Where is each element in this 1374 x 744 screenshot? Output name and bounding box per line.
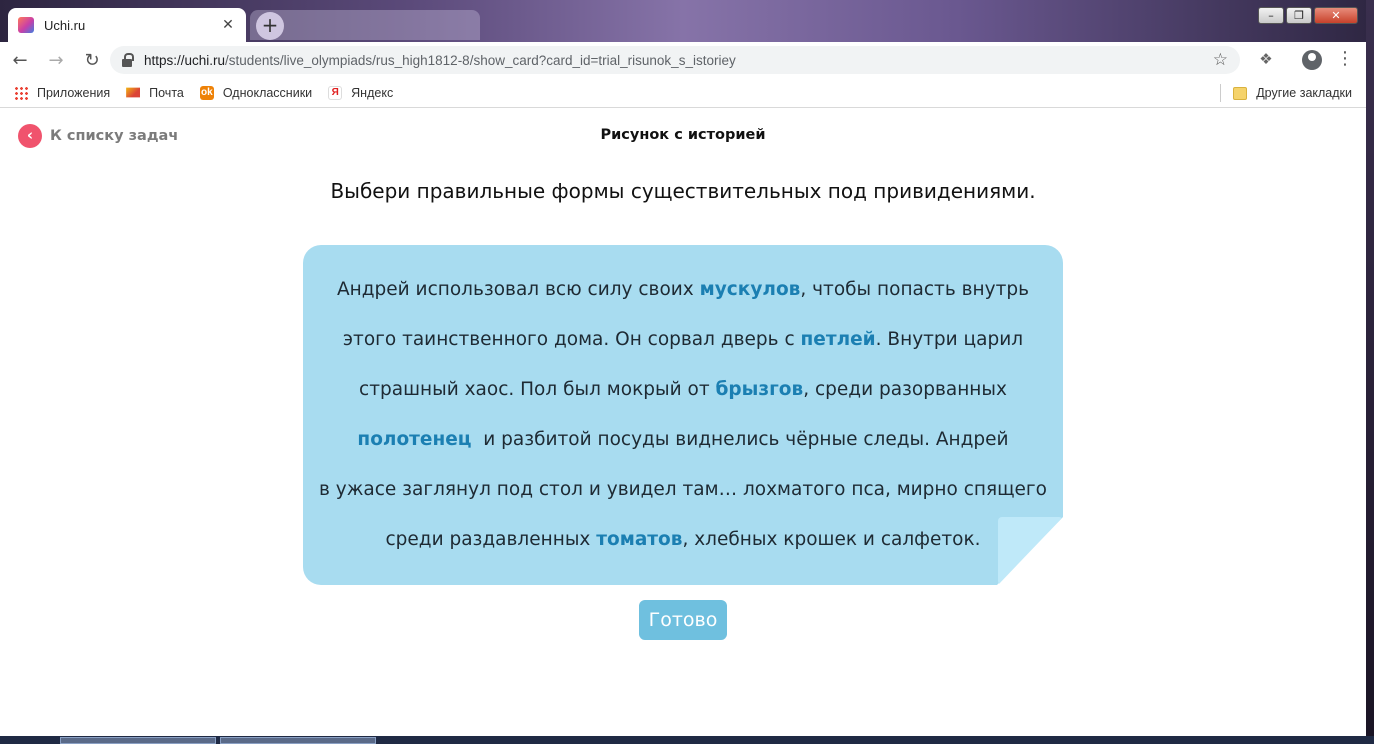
story-line: в ужасе заглянул под стол и увидел там… … — [319, 479, 1047, 500]
maximize-button[interactable]: ❐ — [1286, 7, 1312, 24]
minimize-button[interactable]: – — [1258, 7, 1284, 24]
story-line: страшный хаос. Пол был мокрый от брызгов… — [303, 365, 1063, 415]
story-text-fragment: , среди разорванных — [803, 379, 1007, 400]
bookmark-label: Яндекс — [351, 85, 394, 100]
word-muskulov[interactable]: мускулов — [700, 279, 801, 300]
story-text-fragment: страшный хаос. Пол был мокрый от — [359, 379, 716, 400]
tab-background[interactable] — [250, 10, 480, 40]
reload-icon[interactable]: ↻ — [76, 44, 108, 76]
page-title: Рисунок с историей — [600, 127, 766, 143]
other-bookmarks[interactable]: Другие закладки — [1220, 78, 1352, 108]
bookmark-label: Почта — [149, 85, 184, 100]
bookmark-apps[interactable]: Приложения — [14, 85, 111, 100]
story-text-fragment: и разбитой посуды виднелись чёрные следы… — [471, 429, 1009, 450]
word-tomatov[interactable]: томатов — [596, 529, 682, 550]
bookmark-star-icon[interactable]: ☆ — [1213, 50, 1228, 70]
profile-avatar-icon[interactable] — [1302, 50, 1322, 70]
menu-dots-icon[interactable]: ⋮ — [1336, 48, 1354, 72]
bookmarks-bar: Приложения Почта ok Одноклассники Я Янде… — [0, 78, 1366, 108]
url-text[interactable]: https://uchi.ru/students/live_olympiads/… — [144, 53, 1213, 68]
url-host: https://uchi.ru — [144, 52, 226, 68]
story-line: полотенец и разбитой посуды виднелись чё… — [303, 415, 1063, 465]
apps-icon — [14, 85, 28, 100]
taskbar-item[interactable] — [220, 737, 376, 744]
story-line: Андрей использовал всю силу своих мускул… — [303, 265, 1063, 315]
browser-toolbar: ← → ↻ https://uchi.ru/students/live_olym… — [0, 42, 1366, 78]
yandex-icon: Я — [328, 85, 343, 100]
tab-close-icon[interactable]: ✕ — [220, 17, 236, 33]
story-line: этого таинственного дома. Он сорвал двер… — [303, 315, 1063, 365]
forward-arrow-icon[interactable]: → — [40, 44, 72, 76]
lock-icon[interactable] — [122, 53, 134, 67]
tab-bar: Uchi.ru ✕ + – ❐ ✕ — [0, 0, 1366, 42]
tab-uchi[interactable]: Uchi.ru ✕ — [8, 8, 246, 42]
extension-icon[interactable]: ❖ — [1256, 50, 1276, 70]
taskbar-item[interactable] — [60, 737, 216, 744]
close-window-button[interactable]: ✕ — [1314, 7, 1358, 24]
story-text-fragment: среди раздавленных — [385, 529, 597, 550]
bookmark-label: Приложения — [37, 85, 111, 100]
bookmark-yandex[interactable]: Я Яндекс — [328, 85, 394, 100]
mail-icon — [126, 87, 141, 98]
word-polotenets[interactable]: полотенец — [357, 429, 471, 450]
folder-icon — [1233, 86, 1248, 100]
bookmark-label: Одноклассники — [222, 85, 313, 100]
word-bryzgov[interactable]: брызгов — [715, 379, 803, 400]
story-text-fragment: , хлебных крошек и салфеток. — [682, 529, 981, 550]
window-controls: – ❐ ✕ — [1258, 7, 1358, 24]
story-text-fragment: . Внутри царил — [875, 329, 1024, 350]
page-content: ‹ К списку задач Рисунок с историей Выбе… — [0, 109, 1366, 736]
new-tab-button[interactable]: + — [256, 12, 284, 40]
story-text: Андрей использовал всю силу своих мускул… — [303, 265, 1063, 565]
story-text-fragment: Андрей использовал всю силу своих — [336, 279, 700, 300]
other-bookmarks-label: Другие закладки — [1256, 86, 1352, 100]
uchi-favicon-icon — [18, 17, 34, 33]
done-button[interactable]: Готово — [639, 600, 727, 640]
bookmarks-divider — [1220, 84, 1222, 102]
bookmark-odnoklassniki[interactable]: ok Одноклассники — [199, 85, 313, 100]
bookmark-mail[interactable]: Почта — [126, 86, 184, 100]
story-line: среди раздавленных томатов, хлебных крош… — [303, 515, 1063, 565]
story-text-fragment: , чтобы попасть внутрь — [800, 279, 1029, 300]
browser-window: Uchi.ru ✕ + – ❐ ✕ ← → ↻ https://uchi.ru/… — [0, 0, 1366, 736]
address-bar[interactable]: https://uchi.ru/students/live_olympiads/… — [110, 46, 1240, 74]
story-text-fragment: этого таинственного дома. Он сорвал двер… — [342, 329, 801, 350]
url-path: /students/live_olympiads/rus_high1812-8/… — [225, 52, 736, 68]
tab-title: Uchi.ru — [44, 17, 86, 33]
odnoklassniki-icon: ok — [199, 85, 214, 100]
desktop-right-edge — [1366, 0, 1374, 744]
back-arrow-icon[interactable]: ← — [4, 44, 36, 76]
word-petley[interactable]: петлей — [801, 329, 876, 350]
task-instruction: Выбери правильные формы существительных … — [330, 179, 1036, 203]
